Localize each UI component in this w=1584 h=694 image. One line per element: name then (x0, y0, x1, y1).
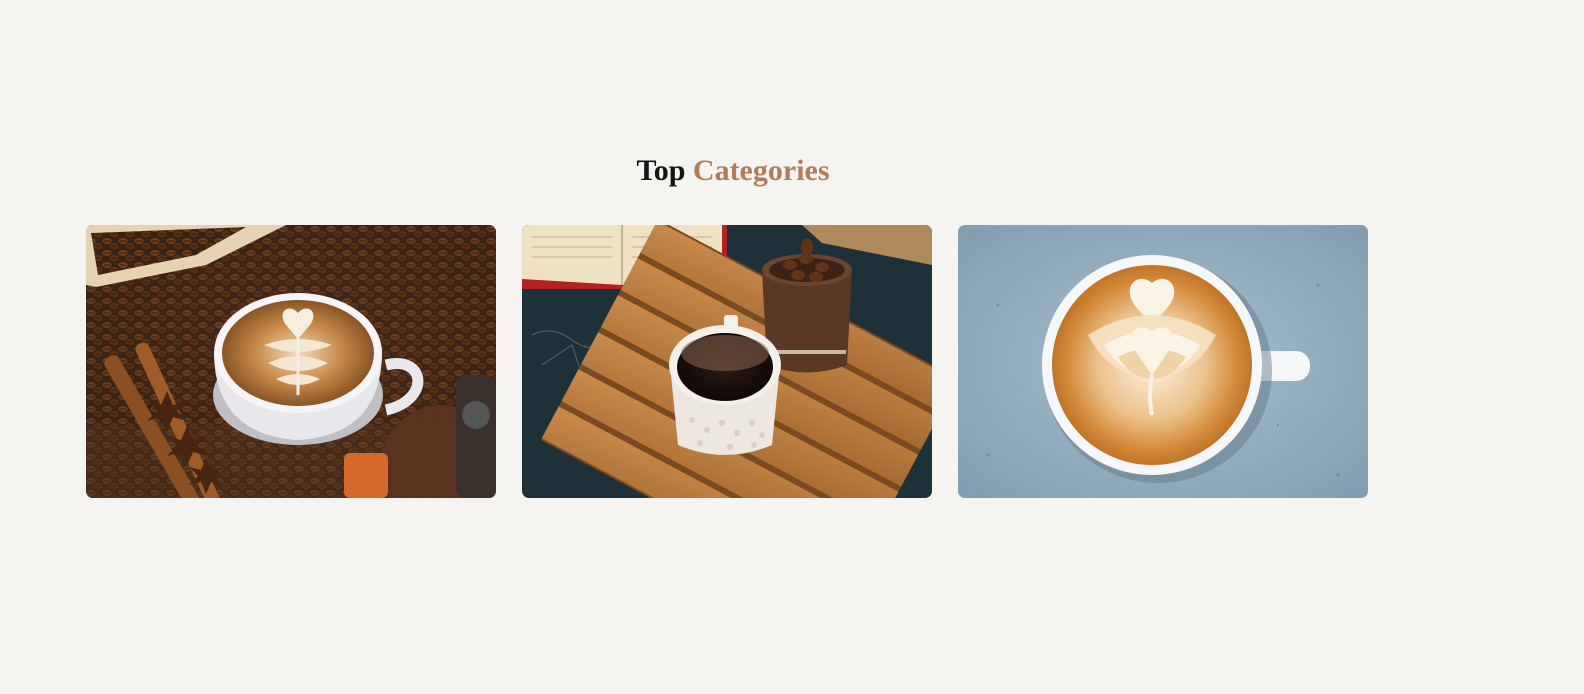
section-title-part2: Categories (692, 154, 830, 187)
section-title-part1: Top (636, 154, 686, 187)
latte-beans-image (86, 225, 496, 498)
section-title: Top Categories (0, 150, 1466, 192)
category-card-3[interactable] (958, 225, 1368, 498)
black-coffee-image (522, 225, 932, 498)
latte-art-image (958, 225, 1368, 498)
category-card-1[interactable] (86, 225, 496, 498)
top-categories-section: Top Categories (0, 0, 1584, 694)
category-card-2[interactable] (522, 225, 932, 498)
category-cards (86, 225, 1368, 498)
